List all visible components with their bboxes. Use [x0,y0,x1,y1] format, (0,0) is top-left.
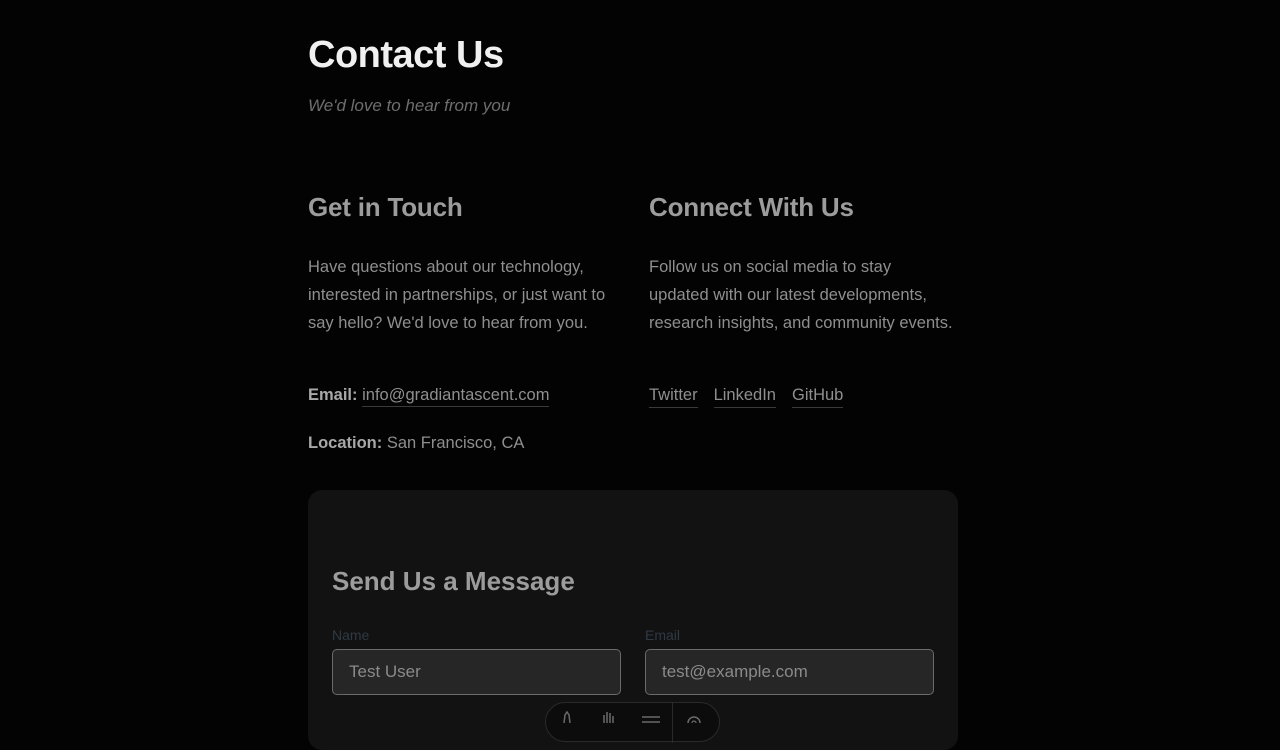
email-input[interactable] [645,649,934,695]
github-link[interactable]: GitHub [791,386,844,408]
location-info-label: Location: [308,434,383,452]
page-title: Contact Us [308,34,504,76]
social-links: Twitter LinkedIn GitHub [649,386,844,408]
email-info-label: Email: [308,386,358,404]
name-label: Name [332,627,370,643]
connect-section: Connect With Us Follow us on social medi… [649,190,954,337]
email-link[interactable]: info@gradiantascent.com [362,386,550,407]
form-heading: Send Us a Message [332,566,575,596]
hand-icon[interactable] [588,709,630,729]
linkedin-link[interactable]: LinkedIn [713,386,776,408]
twitter-link[interactable]: Twitter [649,386,698,408]
get-in-touch-body: Have questions about our technology, int… [308,258,606,332]
menu-icon[interactable] [630,709,672,729]
email-label: Email [645,627,681,643]
connect-heading: Connect With Us [649,192,854,222]
location-info: Location: San Francisco, CA [308,434,524,453]
get-in-touch-section: Get in Touch Have questions about our te… [308,190,613,337]
gear-icon[interactable] [673,709,715,729]
name-field-group: Name [332,627,621,695]
page-subtitle: We'd love to hear from you [308,96,511,115]
name-input[interactable] [332,649,621,695]
email-info: Email: info@gradiantascent.com [308,386,550,407]
connect-body: Follow us on social media to stay update… [649,258,953,332]
pen-icon[interactable] [546,709,588,729]
floating-toolbar [545,702,720,743]
get-in-touch-heading: Get in Touch [308,192,463,222]
email-field-group: Email [645,627,934,695]
location-value: San Francisco, CA [386,434,525,452]
